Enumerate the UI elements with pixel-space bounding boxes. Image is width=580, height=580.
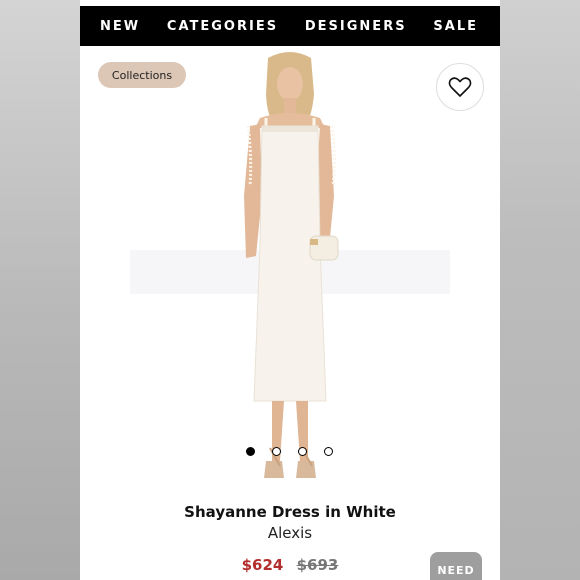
carousel-dot[interactable] xyxy=(324,447,333,456)
original-price: $693 xyxy=(296,556,339,574)
product-image[interactable] xyxy=(200,46,380,496)
top-nav: NEW CATEGORIES DESIGNERS SALE xyxy=(80,6,500,46)
favorite-button[interactable] xyxy=(436,63,484,111)
background-left xyxy=(0,0,80,580)
background-right xyxy=(500,0,580,580)
carousel-dot[interactable] xyxy=(246,447,255,456)
carousel-dot[interactable] xyxy=(272,447,281,456)
carousel-indicator xyxy=(246,447,336,459)
nav-item-sale[interactable]: SALE xyxy=(433,19,478,34)
collections-button[interactable]: Collections xyxy=(98,62,186,88)
product-brand[interactable]: Alexis xyxy=(80,524,500,542)
sale-price: $624 xyxy=(241,556,284,574)
nav-item-designers[interactable]: DESIGNERS xyxy=(305,19,407,34)
phone-screen: NEW CATEGORIES DESIGNERS SALE Collection… xyxy=(80,0,500,580)
need-button[interactable]: NEED xyxy=(430,552,482,580)
nav-item-new[interactable]: NEW xyxy=(100,19,140,34)
carousel-dot[interactable] xyxy=(298,447,307,456)
nav-item-categories[interactable]: CATEGORIES xyxy=(167,19,278,34)
heart-icon xyxy=(448,77,472,97)
product-name[interactable]: Shayanne Dress in White xyxy=(80,503,500,521)
